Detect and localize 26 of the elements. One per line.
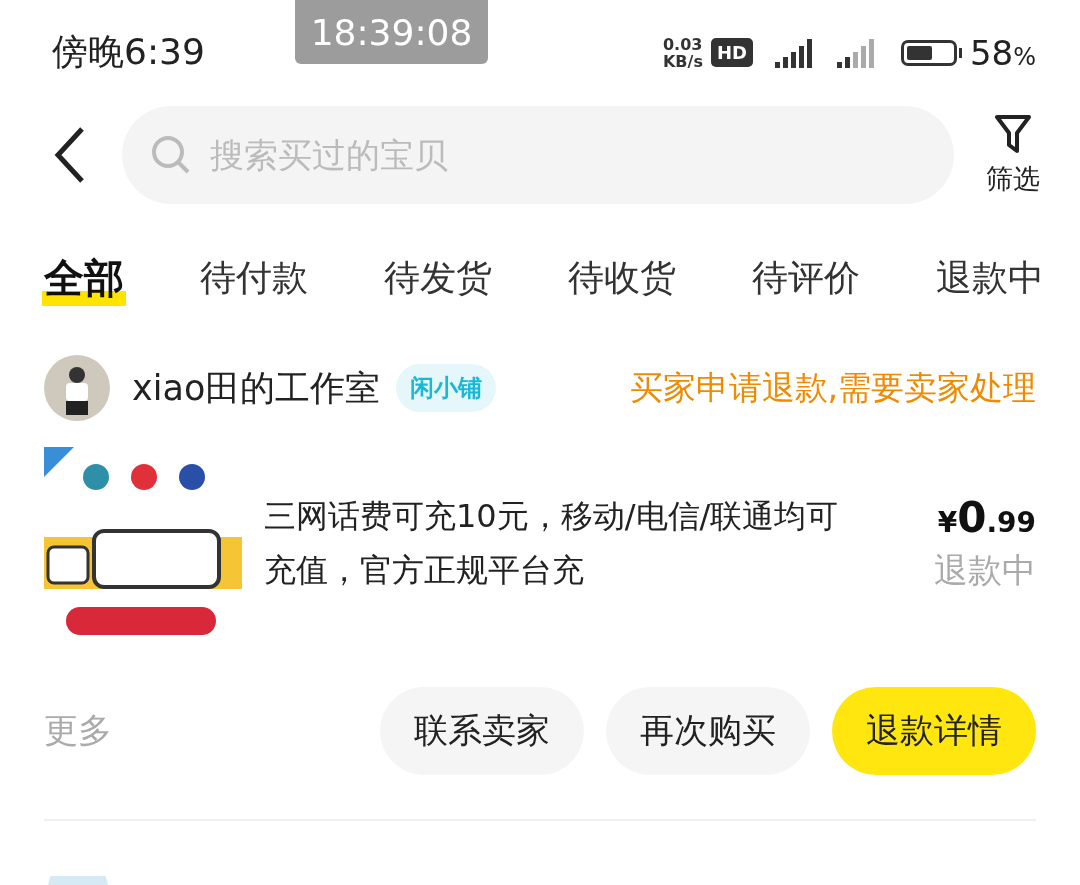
action-button[interactable]: 退款详情	[832, 687, 1036, 775]
tab[interactable]: 退款中	[934, 253, 1046, 303]
tab[interactable]: 待发货	[382, 253, 494, 303]
tab[interactable]: 待付款	[198, 253, 310, 303]
shop-badge: 闲小铺	[396, 364, 497, 412]
price: ¥0.99	[937, 492, 1036, 542]
hd-badge: HD	[710, 38, 753, 67]
product-title[interactable]: 三网话费可充10元，移动/电信/联通均可充值，官方正规平台充	[264, 489, 856, 597]
battery-icon	[900, 39, 962, 66]
action-button[interactable]: 再次购买	[606, 687, 810, 775]
order-status: 买家申请退款,需要卖家处理	[629, 366, 1036, 409]
refund-status: 退款中	[934, 548, 1036, 592]
search-field[interactable]: 搜索买过的宝贝	[122, 106, 954, 204]
action-button[interactable]: 联系卖家	[380, 687, 584, 775]
recorder-time: 18:39:08	[295, 0, 488, 64]
filter-button[interactable]: 筛选	[986, 113, 1040, 197]
search-input[interactable]: 搜索买过的宝贝	[208, 134, 926, 176]
shop-name[interactable]: xiao田的工作室	[132, 364, 381, 412]
battery-percent: 58%	[969, 32, 1036, 73]
filter-icon	[993, 113, 1033, 155]
status-time: 傍晚6:39	[52, 30, 205, 74]
network-speed: 0.03 KB/s	[662, 35, 703, 70]
tab[interactable]: 待评价	[750, 253, 862, 303]
tab[interactable]: 待收货	[566, 253, 678, 303]
search-icon	[150, 134, 192, 176]
avatar[interactable]	[44, 355, 110, 421]
